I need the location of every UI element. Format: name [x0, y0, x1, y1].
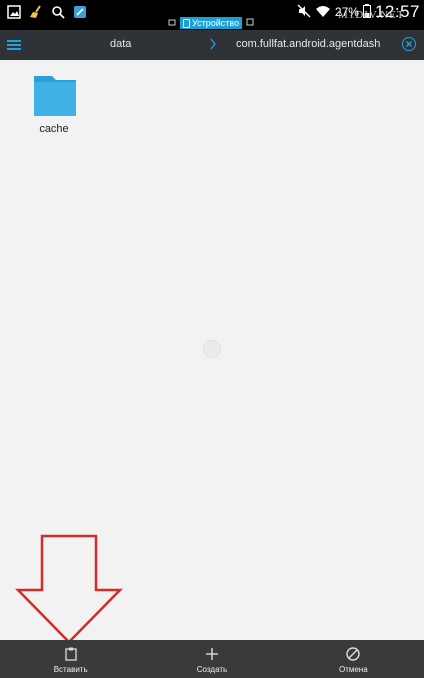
cancel-button[interactable]: Отмена — [283, 640, 424, 678]
breadcrumb-package[interactable]: com.fullfat.android.agentdash — [236, 38, 380, 50]
list-item[interactable]: cache — [22, 68, 86, 135]
broom-icon — [28, 4, 44, 20]
plus-icon — [205, 648, 218, 660]
watermark: M1DIV.NET — [338, 9, 405, 21]
image-icon — [6, 4, 22, 20]
hamburger-icon — [7, 40, 21, 50]
status-bar: Устройство 27% 12:57 M1DIV.NET — [0, 0, 424, 30]
menu-button[interactable] — [6, 37, 22, 53]
close-button[interactable] — [402, 37, 416, 51]
chevron-right-icon — [208, 36, 218, 52]
create-button[interactable]: Создать — [141, 640, 282, 678]
sd-card-icon — [246, 18, 254, 28]
paste-label: Вставить — [53, 665, 88, 674]
close-icon — [406, 41, 412, 47]
app-icon — [72, 4, 88, 20]
arrow-down-icon — [15, 534, 123, 644]
device-icon — [183, 18, 190, 28]
bottom-action-bar: Вставить Создать Отмена — [0, 640, 424, 678]
cancel-icon — [346, 647, 361, 661]
storage-indicator: Устройство — [168, 17, 254, 29]
toolbar: data com.fullfat.android.agentdash — [0, 30, 424, 60]
mute-icon — [297, 4, 311, 21]
create-label: Создать — [196, 665, 228, 674]
cancel-label: Отмена — [338, 665, 368, 674]
storage-label: Устройство — [192, 18, 240, 28]
folder-icon — [34, 76, 76, 116]
breadcrumb-data[interactable]: data — [110, 38, 131, 50]
wifi-icon — [315, 4, 331, 21]
notification-icons — [6, 4, 88, 20]
clipboard-icon — [65, 647, 77, 661]
home-icon — [168, 18, 176, 28]
search-icon — [50, 4, 66, 20]
folder-name: cache — [39, 123, 69, 135]
paste-button[interactable]: Вставить — [0, 640, 141, 678]
storage-chip: Устройство — [180, 17, 243, 29]
loading-indicator — [203, 340, 221, 358]
